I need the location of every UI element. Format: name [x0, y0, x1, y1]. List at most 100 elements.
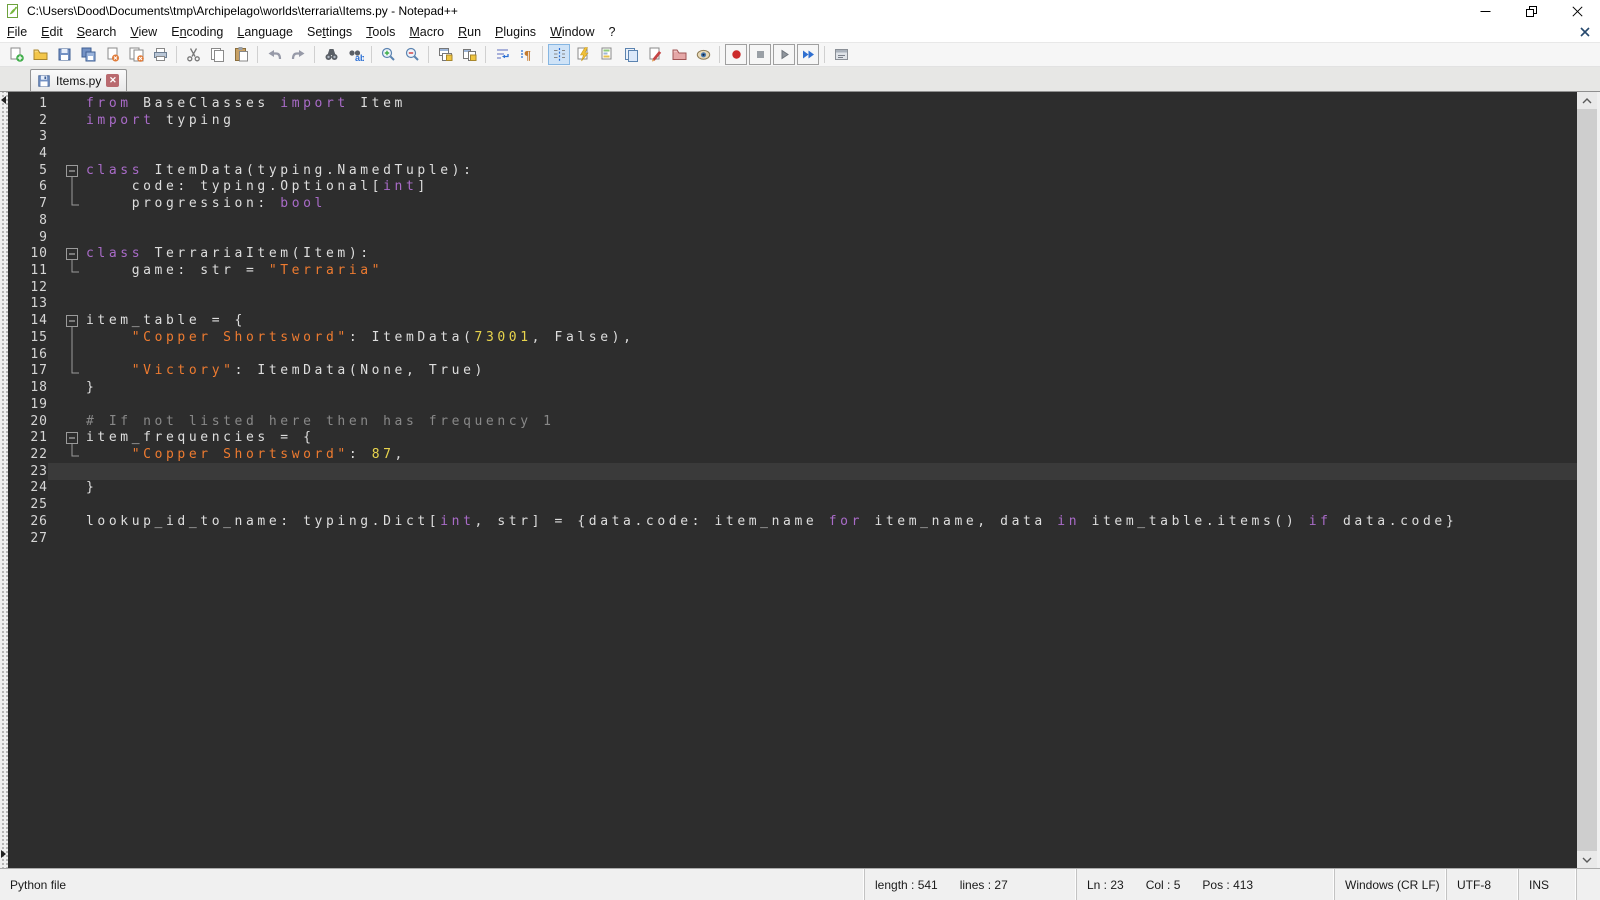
menu-item-settings[interactable]: Settings — [300, 23, 359, 41]
code-editor[interactable]: 1from BaseClasses import Item2import typ… — [8, 92, 1577, 868]
document-map-icon[interactable] — [596, 44, 618, 65]
menu-item-search[interactable]: Search — [70, 23, 124, 41]
tab-close-icon[interactable]: ✕ — [106, 74, 119, 87]
line-number[interactable]: 26 — [8, 514, 48, 529]
code-line-3[interactable]: 3 — [8, 128, 1577, 145]
menu-item-view[interactable]: View — [123, 23, 164, 41]
macro-run-multiple-icon[interactable] — [797, 44, 819, 65]
code-line-13[interactable]: 13 — [8, 296, 1577, 313]
line-number[interactable]: 6 — [8, 179, 48, 194]
function-list-icon[interactable] — [572, 44, 594, 65]
menu-item-file[interactable]: File — [0, 23, 34, 41]
code-line-24[interactable]: 24} — [8, 480, 1577, 497]
show-all-characters-icon[interactable]: ¶ — [515, 44, 537, 65]
sync-scroll-horizontal-icon[interactable] — [458, 44, 480, 65]
line-number[interactable]: 24 — [8, 480, 48, 495]
line-number[interactable]: 19 — [8, 397, 48, 412]
line-number[interactable]: 10 — [8, 246, 48, 261]
close-icon[interactable] — [1554, 0, 1600, 22]
code-line-17[interactable]: 17 "Victory": ItemData(None, True) — [8, 363, 1577, 380]
code-line-4[interactable]: 4 — [8, 145, 1577, 162]
fold-collapse-icon[interactable] — [48, 162, 86, 179]
line-number[interactable]: 11 — [8, 263, 48, 278]
line-number[interactable]: 18 — [8, 380, 48, 395]
code-line-19[interactable]: 19 — [8, 396, 1577, 413]
dock-gripper[interactable] — [0, 92, 8, 868]
copy-icon[interactable] — [206, 44, 228, 65]
code-line-15[interactable]: 15 "Copper Shortsword": ItemData(73001, … — [8, 329, 1577, 346]
scroll-down-icon[interactable] — [1577, 851, 1597, 868]
code-line-14[interactable]: 14item_table = { — [8, 312, 1577, 329]
zoom-out-icon[interactable] — [401, 44, 423, 65]
save-all-files-icon[interactable] — [77, 44, 99, 65]
code-line-25[interactable]: 25 — [8, 496, 1577, 513]
monitoring-eye-icon[interactable] — [692, 44, 714, 65]
splitter-expand-icon[interactable] — [1, 850, 6, 858]
line-number[interactable]: 23 — [8, 464, 48, 479]
vertical-scrollbar[interactable] — [1577, 92, 1597, 868]
word-wrap-icon[interactable] — [491, 44, 513, 65]
line-number[interactable]: 14 — [8, 313, 48, 328]
line-number[interactable]: 3 — [8, 129, 48, 144]
code-line-7[interactable]: 7 progression: bool — [8, 195, 1577, 212]
tab-items-py[interactable]: Items.py ✕ — [30, 69, 127, 91]
restore-icon[interactable] — [1508, 0, 1554, 22]
code-line-6[interactable]: 6 code: typing.Optional[int] — [8, 179, 1577, 196]
replace-icon[interactable]: ab — [344, 44, 366, 65]
cut-icon[interactable] — [182, 44, 204, 65]
close-file-icon[interactable] — [101, 44, 123, 65]
line-number[interactable]: 12 — [8, 280, 48, 295]
line-number[interactable]: 25 — [8, 497, 48, 512]
menu-item-window[interactable]: Window — [543, 23, 601, 41]
line-number[interactable]: 5 — [8, 163, 48, 178]
code-line-12[interactable]: 12 — [8, 279, 1577, 296]
macro-stop-icon[interactable] — [749, 44, 771, 65]
code-line-11[interactable]: 11 game: str = "Terraria" — [8, 262, 1577, 279]
menu-item-run[interactable]: Run — [451, 23, 488, 41]
print-file-icon[interactable] — [149, 44, 171, 65]
line-number[interactable]: 22 — [8, 447, 48, 462]
menu-item-macro[interactable]: Macro — [402, 23, 451, 41]
menu-item-plugins[interactable]: Plugins — [488, 23, 543, 41]
line-number[interactable]: 8 — [8, 213, 48, 228]
menu-item-help[interactable]: ? — [602, 23, 623, 41]
line-number[interactable]: 7 — [8, 196, 48, 211]
paste-icon[interactable] — [230, 44, 252, 65]
menu-item-language[interactable]: Language — [230, 23, 300, 41]
undo-icon[interactable] — [263, 44, 285, 65]
panel-toggle-icon[interactable] — [830, 44, 852, 65]
code-line-22[interactable]: 22 "Copper Shortsword": 87, — [8, 446, 1577, 463]
close-all-files-icon[interactable] — [125, 44, 147, 65]
splitter-collapse-icon[interactable] — [1, 96, 6, 104]
find-icon[interactable] — [320, 44, 342, 65]
menubar-close-icon[interactable] — [1580, 27, 1590, 37]
file-with-pen-icon[interactable] — [644, 44, 666, 65]
open-folder-icon[interactable] — [29, 44, 51, 65]
line-number[interactable]: 21 — [8, 430, 48, 445]
macro-record-icon[interactable] — [725, 44, 747, 65]
fold-collapse-icon[interactable] — [48, 245, 86, 262]
code-line-1[interactable]: 1from BaseClasses import Item — [8, 95, 1577, 112]
fold-collapse-icon[interactable] — [48, 429, 86, 446]
code-line-20[interactable]: 20# If not listed here then has frequenc… — [8, 413, 1577, 430]
new-file-icon[interactable] — [5, 44, 27, 65]
code-line-18[interactable]: 18} — [8, 379, 1577, 396]
menu-item-encoding[interactable]: Encoding — [164, 23, 230, 41]
line-number[interactable]: 27 — [8, 531, 48, 546]
document-list-icon[interactable] — [620, 44, 642, 65]
sync-scroll-vertical-icon[interactable] — [434, 44, 456, 65]
save-file-icon[interactable] — [53, 44, 75, 65]
folder-as-workspace-icon[interactable] — [668, 44, 690, 65]
line-number[interactable]: 17 — [8, 363, 48, 378]
scrollbar-thumb[interactable] — [1577, 109, 1597, 851]
code-line-8[interactable]: 8 — [8, 212, 1577, 229]
code-line-9[interactable]: 9 — [8, 229, 1577, 246]
menu-item-edit[interactable]: Edit — [34, 23, 70, 41]
code-line-26[interactable]: 26lookup_id_to_name: typing.Dict[int, st… — [8, 513, 1577, 530]
line-number[interactable]: 9 — [8, 230, 48, 245]
line-number[interactable]: 2 — [8, 113, 48, 128]
code-line-2[interactable]: 2import typing — [8, 112, 1577, 129]
code-line-27[interactable]: 27 — [8, 530, 1577, 547]
line-number[interactable]: 4 — [8, 146, 48, 161]
redo-icon[interactable] — [287, 44, 309, 65]
